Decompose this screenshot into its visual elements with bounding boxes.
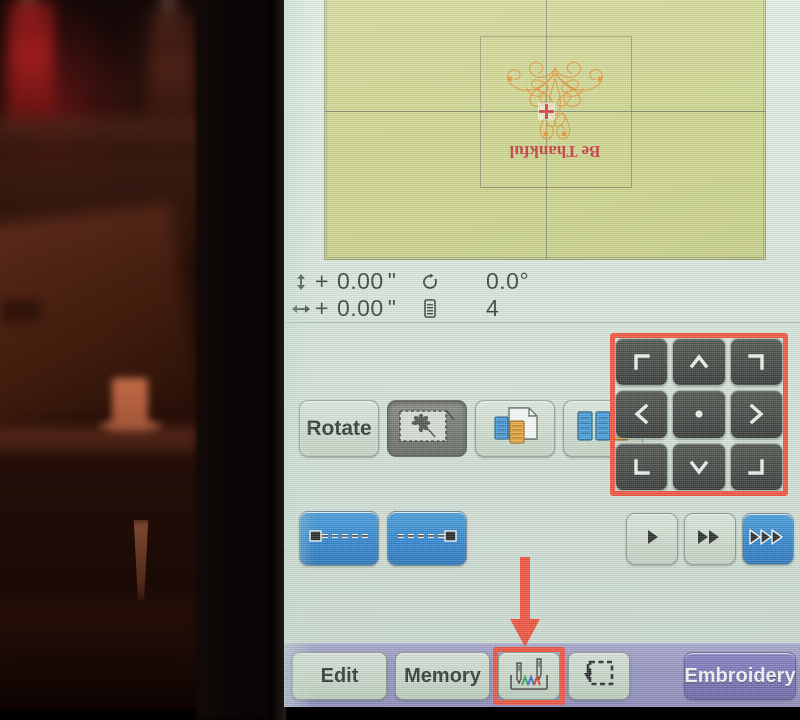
memory-button[interactable]: Memory xyxy=(395,652,490,700)
horizontal-arrows-icon xyxy=(290,298,312,320)
machine-shelf-lower xyxy=(0,428,200,454)
color-count-value: 4 xyxy=(486,295,500,321)
rotation-row: 0.0° xyxy=(419,268,529,295)
triple-forward-icon xyxy=(748,525,788,554)
red-annotation-arrow xyxy=(508,557,542,649)
fast-forward-icon xyxy=(695,525,725,554)
embroidery-design: Be Thankful xyxy=(480,36,630,186)
thread-list-button[interactable] xyxy=(475,400,555,457)
dark-foreground xyxy=(0,600,200,710)
control-panel: Rotate xyxy=(284,323,800,643)
vertical-offset-value: 0.00 xyxy=(336,268,384,294)
color-count-row: 4 xyxy=(419,295,499,322)
rotate-button[interactable]: Rotate xyxy=(299,400,379,457)
fast-forward-button[interactable] xyxy=(742,513,794,565)
svg-text:Be Thankful: Be Thankful xyxy=(509,142,600,161)
design-trace-icon xyxy=(398,406,456,451)
edit-button[interactable]: Edit xyxy=(292,652,387,700)
end-position-button[interactable] xyxy=(387,511,467,566)
start-position-button[interactable] xyxy=(299,511,379,566)
lcd-screen: Be Thankful + 0.00 " + 0.00 " 0.0° 4 Rot… xyxy=(284,0,800,707)
edit-button-label: Edit xyxy=(320,664,359,687)
needle-button-red-highlight xyxy=(493,647,565,705)
machine-shelf-upper xyxy=(0,118,210,158)
thread-page-icon xyxy=(489,405,541,452)
stitch-end-icon xyxy=(396,527,458,550)
center-crosshair-marker xyxy=(539,104,554,119)
hoop-return-button[interactable] xyxy=(568,652,630,700)
vertical-arrows-icon xyxy=(290,271,312,293)
horizontal-offset-unit: " xyxy=(387,295,397,321)
play-icon xyxy=(640,525,664,554)
trace-design-button[interactable] xyxy=(387,400,467,457)
navpad-red-highlight xyxy=(610,333,788,496)
rotation-icon xyxy=(419,271,441,293)
hoop-return-icon xyxy=(582,658,616,695)
horizontal-offset-sign: + xyxy=(315,295,329,321)
play-button[interactable] xyxy=(626,513,678,565)
offset-status-group: + 0.00 " + 0.00 " xyxy=(290,268,396,322)
horizontal-offset-value: 0.00 xyxy=(336,295,384,321)
embroidery-button[interactable]: Embroidery xyxy=(684,652,796,700)
memory-button-label: Memory xyxy=(404,664,481,687)
vertical-offset-unit: " xyxy=(387,268,397,294)
design-status-group: 0.0° 4 xyxy=(419,268,529,322)
hoop-preview-area[interactable]: Be Thankful xyxy=(324,0,766,260)
paper-print-smudge xyxy=(2,300,40,322)
machine-cone-part xyxy=(133,520,149,600)
vertical-offset-sign: + xyxy=(315,268,329,294)
vertical-offset-row: + 0.00 " xyxy=(290,268,396,295)
embroidery-button-label: Embroidery xyxy=(684,664,796,687)
bottom-toolbar: Edit Memory Embroidery xyxy=(284,643,800,707)
thread-spool-icon xyxy=(419,298,441,320)
forward-button[interactable] xyxy=(684,513,736,565)
rotation-value: 0.0° xyxy=(486,268,530,294)
stitch-start-icon xyxy=(308,527,370,550)
rotate-button-label: Rotate xyxy=(306,416,372,440)
status-readout-row: + 0.00 " + 0.00 " 0.0° 4 xyxy=(284,268,800,324)
horizontal-offset-row: + 0.00 " xyxy=(290,295,396,322)
thread-spool-red xyxy=(8,0,54,135)
